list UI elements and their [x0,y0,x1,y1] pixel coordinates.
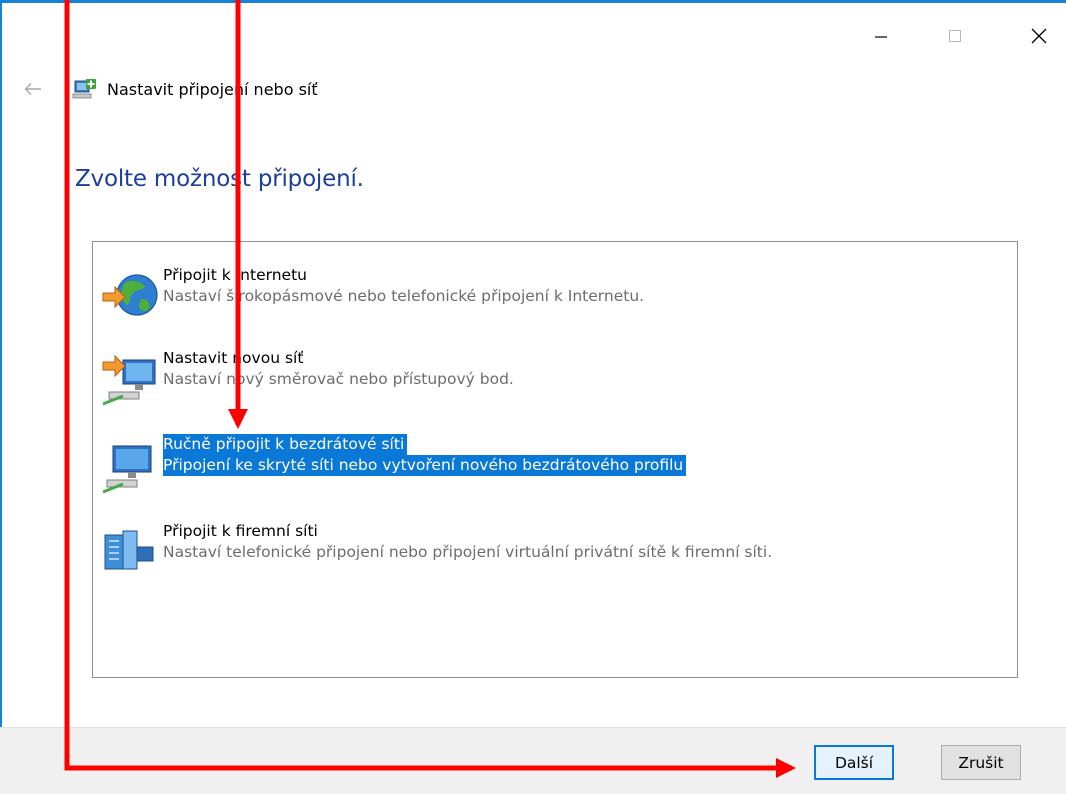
option-title: Připojit k firemní síti [163,522,318,540]
cancel-button[interactable]: Zrušit [941,745,1021,780]
back-arrow-icon [24,83,41,95]
wireless-network-icon [102,445,152,494]
option-description: Nastaví telefonické připojení nebo připo… [163,543,773,561]
minimize-button[interactable] [858,20,904,52]
close-icon [1031,28,1047,44]
wizard-title: Nastavit připojení nebo síť [107,80,318,99]
network-setup-icon [72,79,96,99]
option-title: Připojit k Internetu [163,266,307,284]
next-button[interactable]: Další [814,745,894,780]
maximize-button[interactable] [932,20,978,52]
option-description: Nastaví širokopásmové nebo telefonické p… [163,287,645,305]
connection-options-list: Připojit k Internetu Nastaví širokopásmo… [92,241,1018,678]
maximize-icon [949,30,961,42]
option-description: Nastaví nový směrovač nebo přístupový bo… [163,370,514,388]
option-manual-wireless[interactable]: Ručně připojit k bezdrátové síti Připoje… [101,434,1001,500]
new-network-icon [102,354,156,406]
wizard-footer [0,727,1066,794]
option-connect-workplace[interactable]: Připojit k firemní síti Nastaví telefoni… [101,521,1001,587]
workplace-network-icon [104,530,154,570]
minimize-icon [875,36,887,38]
option-description: Připojení ke skryté síti nebo vytvoření … [163,455,687,476]
option-connect-internet[interactable]: Připojit k Internetu Nastaví širokopásmo… [101,265,1001,331]
option-title: Ručně připojit k bezdrátové síti [163,434,408,455]
close-button[interactable] [1016,20,1062,52]
window-top-border [0,0,1066,3]
internet-globe-icon [102,274,158,316]
window-left-border [0,0,2,793]
back-button[interactable] [20,76,46,102]
option-title: Nastavit novou síť [163,349,304,367]
page-heading: Zvolte možnost připojení. [75,166,364,192]
option-setup-new-network[interactable]: Nastavit novou síť Nastaví nový směrovač… [101,348,1001,414]
